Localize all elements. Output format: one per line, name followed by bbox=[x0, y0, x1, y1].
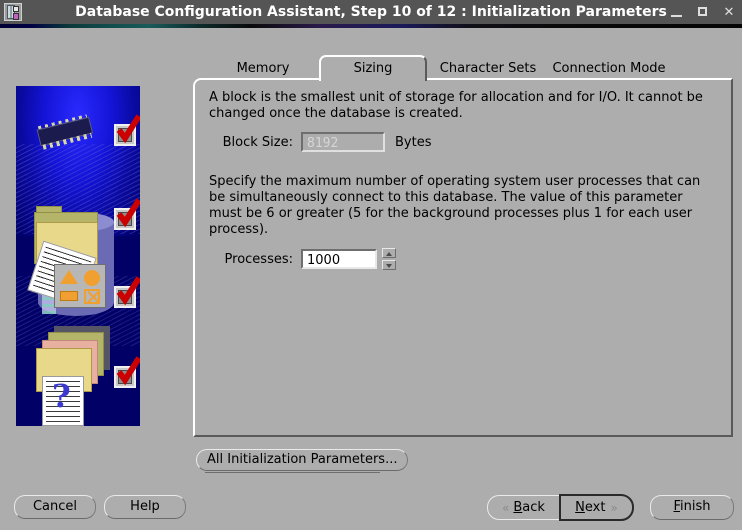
checkbox-step-1 bbox=[114, 124, 136, 146]
dialog-window: Database Configuration Assistant, Step 1… bbox=[0, 0, 742, 530]
tab-bar: Memory Sizing Character Sets Connection … bbox=[193, 55, 733, 81]
help-button[interactable]: Help bbox=[104, 495, 186, 519]
block-size-unit-label: Bytes bbox=[395, 134, 432, 150]
block-size-input: 8192 bbox=[301, 132, 385, 152]
close-icon[interactable]: ✕ bbox=[722, 6, 736, 19]
tab-sizing[interactable]: Sizing bbox=[319, 55, 427, 81]
title-bar: Database Configuration Assistant, Step 1… bbox=[0, 0, 742, 24]
all-initialization-parameters-button[interactable]: All Initialization Parameters... bbox=[196, 449, 409, 471]
window-title: Database Configuration Assistant, Step 1… bbox=[75, 4, 667, 20]
shapes-panel-icon bbox=[54, 264, 106, 308]
window-controls: ✕ bbox=[670, 0, 736, 24]
spinner-down-arrow-icon[interactable] bbox=[382, 260, 396, 270]
checkbox-step-2 bbox=[114, 208, 136, 230]
block-size-row: Block Size: 8192 Bytes bbox=[209, 132, 717, 152]
sizing-panel: A block is the smallest unit of storage … bbox=[193, 78, 733, 437]
next-button[interactable]: Next » bbox=[559, 494, 634, 521]
back-button[interactable]: « Back bbox=[487, 495, 559, 520]
spinner-up-arrow-icon[interactable] bbox=[382, 248, 396, 258]
checkbox-step-4 bbox=[114, 366, 136, 388]
block-size-label: Block Size: bbox=[222, 134, 293, 150]
processes-input[interactable]: 1000 bbox=[301, 249, 377, 269]
finish-button[interactable]: Finish bbox=[650, 495, 734, 520]
tab-connection-mode[interactable]: Connection Mode bbox=[541, 58, 677, 80]
tab-character-sets[interactable]: Character Sets bbox=[433, 58, 543, 80]
navigation-button-group: « Back Next » bbox=[487, 494, 634, 521]
block-size-description: A block is the smallest unit of storage … bbox=[209, 90, 703, 121]
next-button-label: Next bbox=[575, 500, 606, 515]
wizard-illustration: ? bbox=[16, 86, 140, 426]
button-bar-separator bbox=[205, 472, 380, 473]
title-underline bbox=[0, 24, 742, 28]
back-chevron-icon: « bbox=[502, 500, 510, 515]
tab-character-sets-label: Character Sets bbox=[439, 61, 537, 76]
tab-memory[interactable]: Memory bbox=[219, 58, 307, 80]
checkbox-step-3 bbox=[114, 286, 136, 308]
tab-connection-mode-label: Connection Mode bbox=[552, 61, 666, 76]
next-chevron-icon: » bbox=[610, 500, 618, 515]
processes-description: Specify the maximum number of operating … bbox=[209, 174, 701, 237]
question-document-icon: ? bbox=[42, 376, 84, 426]
processes-row: Processes: 1000 bbox=[209, 248, 717, 270]
maximize-icon[interactable] bbox=[696, 6, 710, 18]
back-button-label: Back bbox=[513, 500, 545, 515]
cancel-button[interactable]: Cancel bbox=[14, 495, 96, 519]
tab-memory-label: Memory bbox=[236, 61, 290, 76]
processes-stepper[interactable] bbox=[382, 248, 396, 270]
processes-label: Processes: bbox=[224, 251, 293, 267]
tab-sizing-label: Sizing bbox=[353, 61, 393, 76]
minimize-icon[interactable] bbox=[670, 6, 684, 18]
